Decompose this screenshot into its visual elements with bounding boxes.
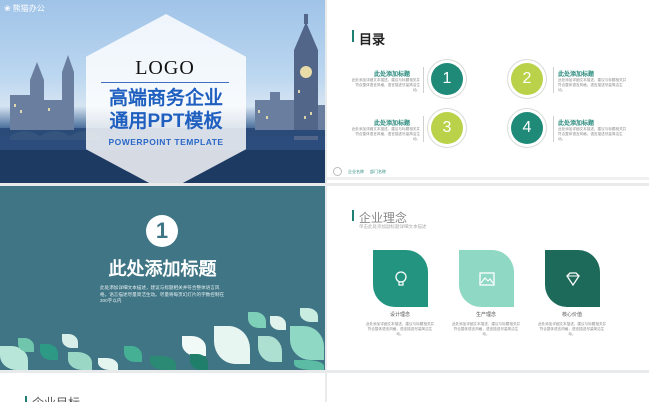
item-2-circle[interactable]: 2 <box>511 63 543 95</box>
item-3-heading: 此处添加标题 <box>374 121 411 127</box>
leaf-decoration <box>182 336 206 356</box>
cover-subtitle: POWERPOINT TEMPLATE <box>108 137 224 147</box>
leaf-decoration <box>300 308 318 322</box>
card-production-label: 生产理念 <box>475 312 496 318</box>
leaf-decoration <box>98 358 118 370</box>
item-2-text: 此处添加详细文本描述，建议与标题相关并符合整体语言风格，语言描述尽量简洁生动。 <box>558 78 627 92</box>
cover-title-line2: 通用PPT模板 <box>109 111 223 132</box>
footer-department: 部门名称 <box>370 168 386 174</box>
slide-philosophy[interactable]: 企业理念 单击此处添加副标题详细文本描述 设计理念 此处添加详细文本描述，建议与… <box>327 186 649 370</box>
leaf-decoration <box>68 352 92 370</box>
leaf-decoration <box>40 344 58 360</box>
card-design-text: 此处添加详细文本描述，建议与标题相关并符合整体语言风格，语言描述尽量简洁生动。 <box>365 322 435 336</box>
item-1-heading: 此处添加标题 <box>374 72 411 78</box>
leaf-decoration <box>214 326 250 364</box>
footer-company: 企业名称 <box>348 168 364 174</box>
leaf-decoration <box>62 334 78 348</box>
footer-line <box>327 177 649 180</box>
leaf-decoration <box>258 336 282 362</box>
footer-logo-icon <box>333 167 342 176</box>
divider-line <box>553 67 554 93</box>
divider-line <box>553 116 554 142</box>
leaf-decoration <box>190 354 208 370</box>
item-1-circle[interactable]: 1 <box>431 63 463 95</box>
brand-text: 熊猫办公 <box>12 4 45 13</box>
item-4-circle[interactable]: 4 <box>511 112 543 144</box>
goals-title: 企业目标 <box>32 394 80 402</box>
card-core-value-label: 核心价值 <box>561 312 582 318</box>
logo-divider <box>101 82 229 83</box>
title-accent-bar <box>352 30 354 42</box>
leaf-decoration <box>124 346 142 362</box>
slide-contents[interactable]: 目录 此处添加标题 此处添加详细文本描述，建议与标题相关并符合整体语言风格，语言… <box>327 0 649 183</box>
cover-title-line1: 高端商务企业 <box>108 88 223 109</box>
diamond-icon <box>565 271 580 286</box>
title-accent-bar <box>25 396 27 402</box>
section-heading: 此处添加标题 <box>108 259 217 279</box>
philosophy-subtitle: 单击此处添加副标题详细文本描述 <box>359 224 427 229</box>
brand-watermark: ❀ 熊猫办公 <box>4 3 45 14</box>
title-accent-bar <box>352 210 354 221</box>
logo-text: LOGO <box>135 57 195 79</box>
item-3-circle[interactable]: 3 <box>431 112 463 144</box>
card-core-value-text: 此处添加详细文本描述，建议与标题相关并符合整体语言风格，语言描述尽量简洁生动。 <box>537 322 607 336</box>
slide-goals[interactable]: 企业目标 <box>0 373 325 402</box>
card-production[interactable] <box>459 250 514 307</box>
item-4-text: 此处添加详细文本描述，建议与标题相关并符合整体语言风格，语言描述尽量简洁生动。 <box>558 127 627 141</box>
item-2-heading: 此处添加标题 <box>558 72 595 78</box>
slide-next[interactable] <box>327 373 649 402</box>
leaf-decoration <box>270 316 286 330</box>
card-design-label: 设计理念 <box>389 312 410 318</box>
leaf-decoration <box>290 326 324 360</box>
leaf-decoration <box>294 360 324 370</box>
slide-footer: 企业名称 部门名称 <box>333 167 386 176</box>
section-body: 此处添加详细文本描述，建议与标题相关并符合整体语言风格，语言描述尽量简洁生动。尽… <box>100 285 225 303</box>
item-4-heading: 此处添加标题 <box>558 121 595 127</box>
leaf-decoration <box>150 356 176 370</box>
divider-line <box>423 67 424 93</box>
leaf-decoration <box>248 312 266 328</box>
leaf-decoration <box>18 338 34 352</box>
section-number: 1 <box>146 215 178 247</box>
contents-title: 目录 <box>359 32 386 47</box>
item-3-text: 此处添加详细文本描述，建议与标题相关并符合整体语言风格，语言描述尽量简洁生动。 <box>351 127 420 141</box>
item-1-text: 此处添加详细文本描述，建议与标题相关并符合整体语言风格，语言描述尽量简洁生动。 <box>351 78 420 92</box>
card-design[interactable] <box>373 250 428 307</box>
divider-line <box>423 116 424 142</box>
picture-icon <box>478 271 495 286</box>
slide-cover[interactable]: ❀ 熊猫办公 LOGO 高端商务企业 通用PPT模板 POWERPOINT TE… <box>0 0 325 183</box>
panda-logo-icon: ❀ <box>4 4 11 13</box>
lightbulb-icon <box>394 270 407 286</box>
card-production-text: 此处添加详细文本描述，建议与标题相关并符合整体语言风格，语言描述尽量简洁生动。 <box>451 322 521 336</box>
card-core-value[interactable] <box>545 250 600 307</box>
slide-section[interactable]: 1 此处添加标题 此处添加详细文本描述，建议与标题相关并符合整体语言风格，语言描… <box>0 186 325 370</box>
